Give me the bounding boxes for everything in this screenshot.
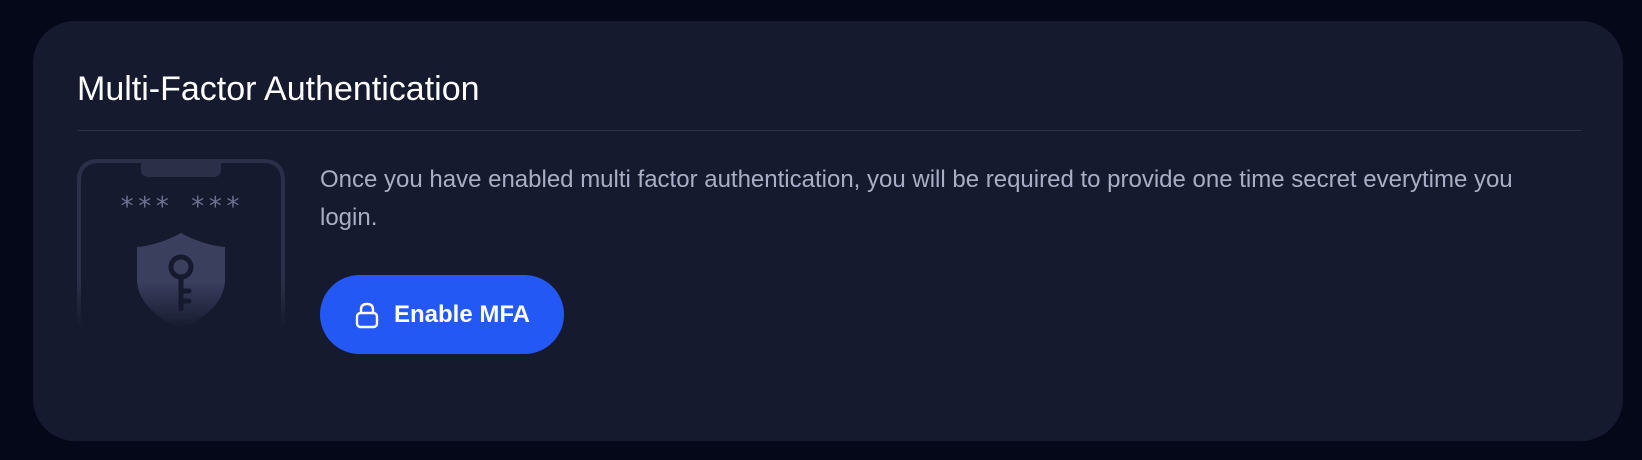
mfa-card: Multi-Factor Authentication *** *** Once… [33, 21, 1623, 441]
phone-illustration: *** *** [77, 159, 285, 329]
card-title: Multi-Factor Authentication [77, 70, 480, 108]
secret-mask: *** *** [119, 192, 243, 222]
phone-notch [141, 161, 221, 177]
enable-mfa-label: Enable MFA [393, 300, 531, 328]
enable-mfa-button[interactable]: Enable MFA [320, 275, 564, 354]
mfa-description: Once you have enabled multi factor authe… [320, 166, 1513, 231]
title-divider [77, 130, 1581, 131]
lock-icon [354, 301, 380, 329]
